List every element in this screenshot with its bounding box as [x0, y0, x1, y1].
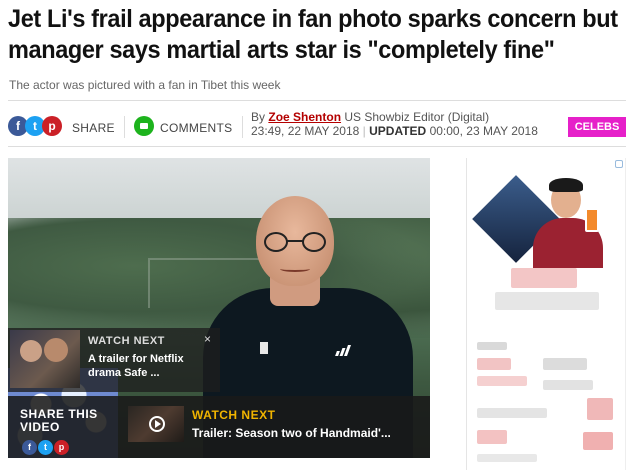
- updated-label: UPDATED: [369, 124, 427, 138]
- share-button[interactable]: SHARE: [72, 121, 115, 135]
- video-player[interactable]: WATCH NEXT A trailer for Netflix drama S…: [8, 158, 430, 458]
- ad-image: [525, 178, 605, 268]
- watch-next-overlay[interactable]: WATCH NEXT A trailer for Netflix drama S…: [8, 328, 220, 392]
- ad-text-blurred: [587, 398, 613, 420]
- pinterest-icon[interactable]: p: [42, 116, 62, 136]
- divider: [124, 116, 125, 138]
- ad-text-blurred: [477, 376, 527, 386]
- ad-text-blurred: [511, 268, 577, 288]
- video-subject: [264, 232, 328, 252]
- author-link[interactable]: Zoe Shenton: [268, 110, 341, 124]
- ad-text-blurred: [543, 380, 593, 390]
- watch-next-heading: WATCH NEXT: [192, 408, 276, 422]
- close-icon[interactable]: ×: [204, 332, 211, 346]
- play-icon[interactable]: [149, 416, 165, 432]
- ad-text-blurred: [477, 342, 507, 350]
- divider: [242, 116, 243, 138]
- divider: [8, 146, 626, 147]
- share-video-heading: SHARE THIS VIDEO: [20, 407, 98, 434]
- video-subject: [260, 342, 268, 354]
- ad-column[interactable]: [466, 158, 626, 470]
- watch-next-link[interactable]: A trailer for Netflix drama Safe ...: [88, 352, 208, 380]
- article-headline: Jet Li's frail appearance in fan photo s…: [8, 5, 618, 64]
- facebook-icon[interactable]: f: [22, 440, 37, 455]
- updated-time: 00:00, 23 MAY 2018: [429, 124, 538, 138]
- next-video-link[interactable]: Trailer: Season two of Handmaid'...: [192, 426, 391, 440]
- twitter-icon[interactable]: t: [38, 440, 53, 455]
- published-time: 23:49, 22 MAY 2018: [251, 124, 360, 138]
- video-subject: [280, 266, 310, 272]
- share-row: f t p SHARE COMMENTS By Zoe Shenton US S…: [8, 110, 626, 142]
- watch-next-thumbnail[interactable]: [10, 330, 80, 388]
- comment-icon[interactable]: [134, 116, 154, 136]
- ad-text-blurred: [583, 432, 613, 450]
- ad-text-blurred: [477, 430, 507, 444]
- comments-button[interactable]: COMMENTS: [160, 121, 232, 135]
- by-prefix: By: [251, 110, 266, 124]
- section-badge[interactable]: CELEBS: [568, 117, 626, 137]
- pinterest-icon[interactable]: p: [54, 440, 69, 455]
- ad-text-blurred: [477, 358, 511, 370]
- ad-text-blurred: [495, 292, 599, 310]
- ad-choices-icon[interactable]: [615, 160, 623, 168]
- article-subhead: The actor was pictured with a fan in Tib…: [9, 78, 281, 92]
- ad-text-blurred: [477, 454, 537, 462]
- video-bottom-bar: SHARE THIS VIDEO f t p WATCH NEXT Traile…: [8, 396, 430, 458]
- author-role: US Showbiz Editor (Digital): [344, 110, 490, 124]
- ad-text-blurred: [543, 358, 587, 370]
- brand-logo: [335, 345, 352, 356]
- byline: By Zoe Shenton US Showbiz Editor (Digita…: [251, 110, 538, 138]
- ad-text-blurred: [477, 408, 547, 418]
- divider: [8, 100, 626, 101]
- watch-next-heading: WATCH NEXT: [88, 335, 165, 347]
